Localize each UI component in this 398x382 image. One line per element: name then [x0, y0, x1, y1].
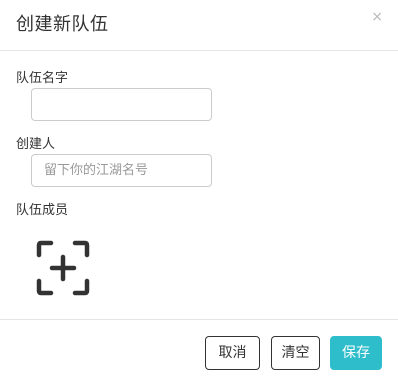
dialog-title: 创建新队伍 — [16, 14, 109, 35]
save-button[interactable]: 保存 — [330, 336, 382, 370]
team-name-input[interactable] — [31, 88, 212, 121]
add-member-button[interactable] — [36, 240, 90, 296]
team-name-label: 队伍名字 — [16, 71, 69, 86]
scan-plus-icon — [36, 240, 90, 296]
dialog-header: 创建新队伍 × — [0, 0, 398, 51]
creator-label: 创建人 — [16, 137, 56, 152]
dialog-footer: 取消 清空 保存 — [0, 319, 398, 382]
create-team-dialog: 创建新队伍 × 队伍名字 创建人 队伍成员 取消 清空 保存 — [0, 0, 398, 382]
close-icon[interactable]: × — [371, 9, 383, 25]
members-label: 队伍成员 — [16, 203, 69, 218]
clear-button[interactable]: 清空 — [271, 336, 320, 370]
creator-input[interactable] — [31, 154, 212, 187]
cancel-button[interactable]: 取消 — [205, 336, 260, 370]
